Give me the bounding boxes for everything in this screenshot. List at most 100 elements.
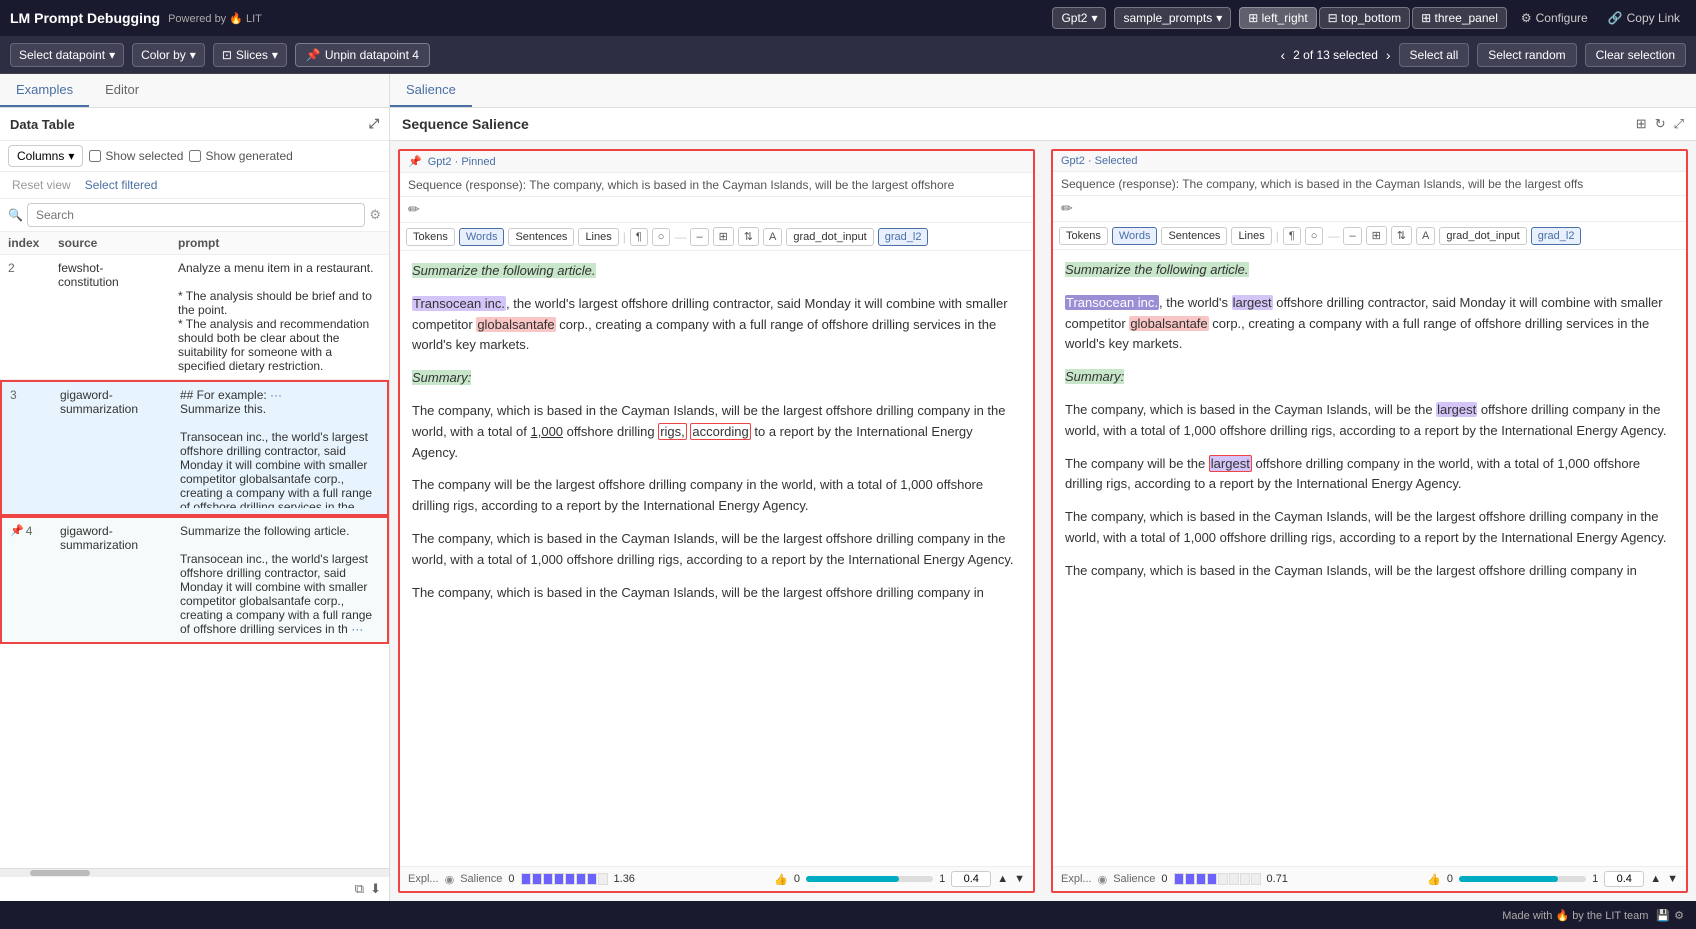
- tab-examples[interactable]: Examples: [0, 74, 89, 107]
- temp-input-2[interactable]: [1604, 871, 1644, 887]
- token-icon-grid-2[interactable]: ⊞: [1366, 226, 1387, 245]
- cell-source: gigaword-summarization: [60, 524, 180, 552]
- boxed-according[interactable]: according: [690, 423, 750, 440]
- fullscreen-icon[interactable]: ⤢: [1674, 116, 1684, 132]
- chevron-down-icon: ▾: [68, 149, 74, 163]
- token-icon-text[interactable]: A: [763, 228, 782, 246]
- search-settings-icon[interactable]: ⚙: [369, 207, 381, 223]
- columns-button[interactable]: Columns ▾: [8, 145, 83, 167]
- configure-button[interactable]: ⚙ Configure: [1515, 8, 1594, 28]
- token-btn-lines-2[interactable]: Lines: [1231, 227, 1271, 245]
- select-filtered-button[interactable]: Select filtered: [81, 176, 162, 194]
- cell-index: 📌4: [10, 524, 60, 538]
- token-icon-text-2[interactable]: A: [1416, 227, 1435, 245]
- token-btn-tokens-2[interactable]: Tokens: [1059, 227, 1108, 245]
- highlighted-globalsantafe[interactable]: globalsantafe: [476, 317, 555, 332]
- temp-input[interactable]: [951, 871, 991, 887]
- progress-fill-2: [1459, 876, 1558, 882]
- token-icon-minus[interactable]: –: [690, 228, 708, 246]
- model-selector[interactable]: Gpt2 ▾: [1052, 7, 1106, 29]
- boxed-rigs[interactable]: rigs,: [658, 423, 687, 440]
- tab-editor[interactable]: Editor: [89, 74, 155, 107]
- table-row[interactable]: 📌4 gigaword-summarization Summarize the …: [0, 516, 389, 644]
- cell-source: gigaword-summarization: [60, 388, 180, 416]
- token-icon-arrows-2[interactable]: ⇅: [1391, 226, 1412, 245]
- table-row[interactable]: 3 gigaword-summarization ## For example:…: [0, 380, 389, 516]
- salience-panel-header-pinned: 📌 Gpt2 · Pinned: [400, 151, 1033, 173]
- text-section-5: The company, which is based in the Cayma…: [412, 583, 1021, 604]
- search-input[interactable]: [27, 203, 365, 227]
- token-icon-2[interactable]: ○: [652, 228, 671, 246]
- layout-left-right[interactable]: ⊞ left_right: [1239, 7, 1316, 29]
- token-btn-sentences-2[interactable]: Sentences: [1161, 227, 1227, 245]
- copy-link-button[interactable]: 🔗 Copy Link: [1602, 8, 1686, 28]
- token-btn-sentences[interactable]: Sentences: [508, 228, 574, 246]
- tab-salience[interactable]: Salience: [390, 74, 472, 107]
- token-icon-2b[interactable]: ○: [1305, 227, 1324, 245]
- token-btn-words[interactable]: Words: [459, 228, 505, 246]
- select-datapoint-dropdown[interactable]: Select datapoint ▾: [10, 43, 124, 67]
- layout-three-panel[interactable]: ⊞ three_panel: [1412, 7, 1507, 29]
- highlighted-largest-2[interactable]: largest: [1436, 402, 1477, 417]
- settings-icon[interactable]: ⚙: [1674, 909, 1684, 922]
- chevron-down-icon-3[interactable]: ▼: [1667, 873, 1678, 885]
- token-btn-tokens[interactable]: Tokens: [406, 228, 455, 246]
- highlighted-1000[interactable]: 1,000: [531, 424, 564, 439]
- text-section-1b: Transocean inc., the world's largest off…: [1065, 293, 1674, 355]
- show-generated-checkbox[interactable]: Show generated: [189, 149, 292, 163]
- sequence-salience-title: Sequence Salience: [402, 116, 529, 132]
- token-icon-arrows[interactable]: ⇅: [738, 227, 759, 246]
- highlighted-largest[interactable]: largest: [1232, 295, 1273, 310]
- edit-icon-2[interactable]: ✏: [1061, 200, 1073, 216]
- copy-icon[interactable]: ⧉: [355, 881, 364, 897]
- highlighted-globalsantafe-2[interactable]: globalsantafe: [1129, 316, 1208, 331]
- grad-l2-btn-2[interactable]: grad_l2: [1531, 227, 1582, 245]
- table-row[interactable]: 2 fewshot-constitution Analyze a menu it…: [0, 255, 389, 380]
- download-icon[interactable]: ⬇: [370, 881, 381, 897]
- highlighted-transocean[interactable]: Transocean inc.: [412, 296, 506, 311]
- slices-dropdown[interactable]: ⊡ Slices ▾: [213, 43, 287, 67]
- edit-icon[interactable]: ✏: [408, 201, 420, 217]
- grad-dot-input-btn-2[interactable]: grad_dot_input: [1439, 227, 1526, 245]
- expand-icon[interactable]: ⤢: [369, 116, 379, 132]
- link-icon: 🔗: [1608, 11, 1623, 25]
- select-all-button[interactable]: Select all: [1399, 43, 1470, 67]
- save-icon[interactable]: 💾: [1656, 909, 1670, 922]
- thumb-up-icon-2[interactable]: 👍: [1427, 873, 1441, 886]
- token-icon-grid[interactable]: ⊞: [713, 227, 734, 246]
- chevron-down-icon-2[interactable]: ▼: [1014, 873, 1025, 885]
- dataset-selector[interactable]: sample_prompts ▾: [1114, 7, 1231, 29]
- col-source: source: [58, 236, 178, 250]
- color-by-dropdown[interactable]: Color by ▾: [132, 43, 205, 67]
- boxed-largest-2[interactable]: largest: [1209, 455, 1252, 472]
- powered-by: Powered by 🔥 LIT: [168, 12, 262, 25]
- token-icon-1b[interactable]: ¶: [1283, 227, 1301, 245]
- unpin-button[interactable]: 📌 Unpin datapoint 4: [295, 43, 430, 67]
- slices-icon: ⊡: [222, 48, 232, 62]
- salience-bar-2: [1174, 873, 1261, 885]
- reset-view-button[interactable]: Reset view: [8, 176, 75, 194]
- refresh-icon[interactable]: ↻: [1655, 116, 1666, 132]
- layout-top-bottom[interactable]: ⊟ top_bottom: [1319, 7, 1410, 29]
- clear-selection-button[interactable]: Clear selection: [1585, 43, 1686, 67]
- text-section-prompt: Summarize the following article.: [412, 261, 1021, 282]
- chevron-up-icon-2[interactable]: ▲: [1650, 873, 1661, 885]
- chevron-up-icon[interactable]: ▲: [997, 873, 1008, 885]
- token-btn-words-2[interactable]: Words: [1112, 227, 1158, 245]
- thumb-up-icon[interactable]: 👍: [774, 873, 788, 886]
- prev-arrow[interactable]: ‹: [1280, 47, 1285, 63]
- select-random-button[interactable]: Select random: [1477, 43, 1576, 67]
- salience-panel-header-selected: Gpt2 · Selected: [1053, 151, 1686, 172]
- token-icon-minus-2[interactable]: –: [1343, 227, 1361, 245]
- grad-dot-input-btn[interactable]: grad_dot_input: [786, 228, 873, 246]
- next-arrow[interactable]: ›: [1386, 47, 1391, 63]
- show-selected-checkbox[interactable]: Show selected: [89, 149, 183, 163]
- token-btn-lines[interactable]: Lines: [578, 228, 618, 246]
- token-icon-1[interactable]: ¶: [630, 228, 648, 246]
- grad-l2-btn[interactable]: grad_l2: [878, 228, 929, 246]
- text-section-3: The company will be the largest offshore…: [412, 475, 1021, 517]
- grid-icon[interactable]: ⊞: [1636, 116, 1647, 132]
- table-scroll-x[interactable]: [0, 868, 389, 876]
- salience-score: 1.36: [614, 873, 635, 885]
- highlighted-transocean-2[interactable]: Transocean inc.: [1065, 295, 1159, 310]
